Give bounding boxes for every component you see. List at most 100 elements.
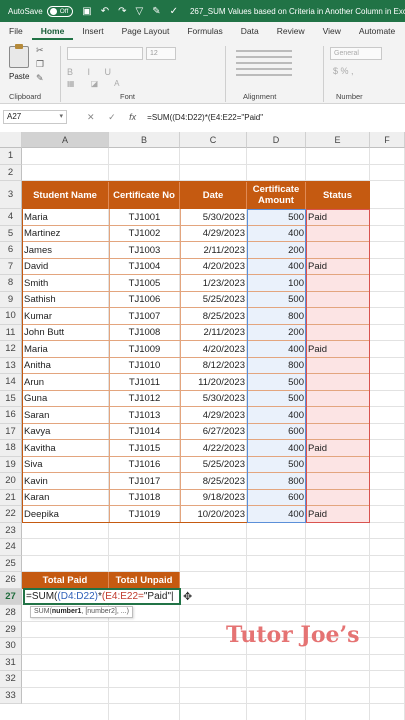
font-format-buttons[interactable]: B I U (67, 67, 117, 77)
row-header[interactable]: 13 (0, 357, 22, 374)
table-cell[interactable]: Karan (22, 490, 109, 507)
function-tooltip[interactable]: SUM(number1, [number2], ...) (30, 606, 133, 618)
row-header[interactable]: 27 (0, 588, 22, 605)
status-cell[interactable] (306, 374, 370, 391)
table-cell[interactable]: David (22, 259, 109, 276)
check-icon[interactable]: ✓ (170, 6, 178, 17)
status-cell[interactable] (306, 275, 370, 292)
row-header[interactable]: 21 (0, 489, 22, 506)
number-format-box[interactable]: General (330, 47, 382, 60)
status-cell[interactable] (306, 407, 370, 424)
font-name-box[interactable] (67, 47, 143, 60)
table-cell[interactable]: 4/29/2023 (180, 407, 247, 424)
table-cell[interactable]: TJ1013 (109, 407, 180, 424)
table-cell[interactable]: 2/11/2023 (180, 325, 247, 342)
tab-data[interactable]: Data (232, 26, 268, 40)
column-header-f[interactable]: F (370, 132, 405, 148)
tab-formulas[interactable]: Formulas (178, 26, 231, 40)
column-header-d[interactable]: D (247, 132, 306, 148)
column-header-a[interactable]: A (22, 132, 109, 148)
amount-cell[interactable]: 200 (247, 324, 306, 341)
border-fill-buttons[interactable]: ▦ ◪ A (67, 79, 126, 88)
amount-cell[interactable]: 400 (247, 258, 306, 275)
table-cell[interactable]: TJ1014 (109, 424, 180, 441)
table-cell[interactable]: Siva (22, 457, 109, 474)
undo-icon[interactable]: ↶ (101, 6, 109, 17)
table-cell[interactable]: 4/20/2023 (180, 341, 247, 358)
row-header[interactable]: 4 (0, 209, 22, 226)
amount-cell[interactable]: 600 (247, 489, 306, 506)
table-cell[interactable]: 8/25/2023 (180, 308, 247, 325)
amount-cell[interactable]: 400 (247, 407, 306, 424)
row-header[interactable]: 23 (0, 522, 22, 539)
status-cell[interactable]: Paid (306, 341, 370, 358)
currency-icon[interactable]: $ % , (333, 66, 354, 76)
table-cell[interactable]: TJ1012 (109, 391, 180, 408)
row-header[interactable]: 32 (0, 671, 22, 688)
amount-cell[interactable]: 400 (247, 341, 306, 358)
row-header[interactable]: 17 (0, 423, 22, 440)
table-cell[interactable]: 5/25/2023 (180, 292, 247, 309)
row-header[interactable]: 8 (0, 275, 22, 292)
tab-review[interactable]: Review (268, 26, 314, 40)
status-cell[interactable] (306, 324, 370, 341)
alignment-buttons[interactable] (236, 50, 292, 80)
table-cell[interactable]: Smith (22, 275, 109, 292)
autosave-toggle[interactable]: Off (46, 5, 74, 17)
row-header[interactable]: 7 (0, 258, 22, 275)
cut-icon[interactable]: ✂ (36, 45, 44, 56)
paste-button[interactable]: Paste (9, 72, 29, 81)
row-header[interactable]: 16 (0, 407, 22, 424)
amount-cell[interactable]: 100 (247, 275, 306, 292)
table-cell[interactable]: TJ1011 (109, 374, 180, 391)
table-cell[interactable]: 11/20/2023 (180, 374, 247, 391)
table-cell[interactable]: TJ1017 (109, 473, 180, 490)
amount-cell[interactable]: 500 (247, 456, 306, 473)
table-cell[interactable]: Sathish (22, 292, 109, 309)
table-cell[interactable]: James (22, 242, 109, 259)
table-cell[interactable]: Kavitha (22, 440, 109, 457)
status-cell[interactable] (306, 225, 370, 242)
table-cell[interactable]: Anitha (22, 358, 109, 375)
copy-icon[interactable]: ❐ (36, 59, 44, 70)
table-cell[interactable]: 1/23/2023 (180, 275, 247, 292)
name-box[interactable]: A27 ▾ (3, 110, 67, 124)
table-cell[interactable]: Kavya (22, 424, 109, 441)
row-header[interactable]: 11 (0, 324, 22, 341)
table-cell[interactable]: Kumar (22, 308, 109, 325)
tab-home[interactable]: Home (31, 26, 74, 40)
table-cell[interactable]: Maria (22, 209, 109, 226)
table-cell[interactable]: Kavin (22, 473, 109, 490)
table-cell[interactable]: 4/20/2023 (180, 259, 247, 276)
format-painter-icon[interactable]: ✎ (36, 73, 44, 84)
row-header[interactable]: 19 (0, 456, 22, 473)
table-cell[interactable]: Martinez (22, 226, 109, 243)
table-cell[interactable]: 8/25/2023 (180, 473, 247, 490)
amount-cell[interactable]: 400 (247, 225, 306, 242)
status-cell[interactable]: Paid (306, 440, 370, 457)
tab-automate[interactable]: Automate (350, 26, 404, 40)
table-cell[interactable]: 5/30/2023 (180, 209, 247, 226)
row-header[interactable]: 28 (0, 605, 22, 622)
table-cell[interactable]: TJ1008 (109, 325, 180, 342)
save-icon[interactable]: ▣ (82, 6, 91, 17)
row-header[interactable]: 10 (0, 308, 22, 325)
table-cell[interactable]: 4/22/2023 (180, 440, 247, 457)
table-cell[interactable]: 2/11/2023 (180, 242, 247, 259)
table-cell[interactable]: 4/29/2023 (180, 226, 247, 243)
row-header[interactable]: 24 (0, 539, 22, 556)
insert-function-icon[interactable]: fx (129, 112, 136, 122)
table-cell[interactable]: TJ1003 (109, 242, 180, 259)
table-cell[interactable]: Maria (22, 341, 109, 358)
tab-file[interactable]: File (0, 26, 32, 40)
clipboard-icon[interactable] (9, 44, 29, 68)
table-cell[interactable]: Arun (22, 374, 109, 391)
tab-page-layout[interactable]: Page Layout (113, 26, 179, 40)
status-cell[interactable]: Paid (306, 258, 370, 275)
tab-view[interactable]: View (314, 26, 350, 40)
column-header-b[interactable]: B (109, 132, 180, 148)
table-cell[interactable]: TJ1016 (109, 457, 180, 474)
column-header-e[interactable]: E (306, 132, 370, 148)
enter-icon[interactable]: ✓ (108, 112, 116, 122)
amount-cell[interactable]: 500 (247, 390, 306, 407)
